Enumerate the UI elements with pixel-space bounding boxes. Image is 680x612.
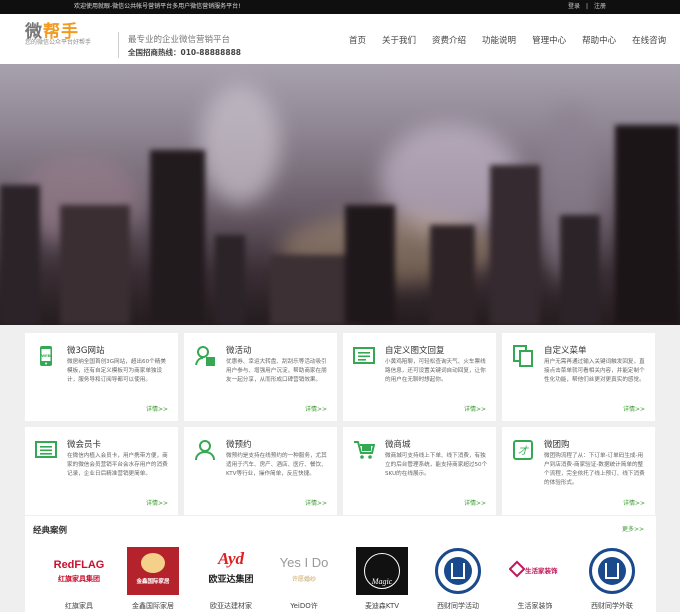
feature-description: 微团购流程了从：下订单-订单码生成-用户到店消费-商家验证-数据统计简单的整个流… <box>544 453 645 486</box>
svg-text:才: 才 <box>518 445 529 457</box>
case-name: YeiDO许 <box>290 602 318 610</box>
account-links: 登录 | 注册 <box>568 0 606 14</box>
cases-heading: 经典案例 <box>33 526 68 536</box>
feature-title: 微会员卡 <box>67 440 102 450</box>
reservation-icon <box>194 439 216 461</box>
copy-menu-icon <box>512 345 534 367</box>
feature-card[interactable]: 才 微团购微团购流程了从：下订单-订单码生成-用户到店消费-商家验证-数据统计简单… <box>502 427 655 515</box>
feature-description: 微居纳全国首创3G网站，超出60个精美模板，还有自定义模板可为商家单独设计，服务… <box>67 359 166 383</box>
case-item[interactable]: 金鑫国际家居 金鑫国际家居 <box>127 547 179 611</box>
feature-description: 微预约是支持在线预约的一种服务，尤其适用于汽车、房产、酒店、医疗、餐饮、KTV等… <box>226 453 327 477</box>
nav-item[interactable]: 管理中心 <box>524 14 574 64</box>
svg-text:WEB: WEB <box>41 353 50 358</box>
feature-card[interactable]: 微活动优惠券、幸运大转盘、刮刮乐等活动吸引用户参与、增强用户沉淀，帮助商家在朋友… <box>184 333 337 421</box>
case-item[interactable]: 西财同学活动 <box>432 547 484 611</box>
case-item[interactable]: Ayd 欧亚达集团欧亚达建材家 <box>205 547 257 611</box>
nav-item[interactable]: 帮助中心 <box>574 14 624 64</box>
case-logo-image: 生活家装饰 <box>509 547 561 595</box>
case-logo-image: RedFLAG 红旗家具集团 <box>53 559 105 583</box>
feature-description: 在微信内植入会员卡，用户携带方便，商家的微信会员营销平台会水存用户的消费记录，企… <box>67 453 168 477</box>
login-link[interactable]: 登录 <box>568 3 580 10</box>
feature-more-link[interactable]: 详情>> <box>623 404 645 413</box>
nav-item[interactable]: 功能说明 <box>474 14 524 64</box>
cases-section: 经典案例 更多>> RedFLAG 红旗家具集团 红旗家具 金鑫国际家居 金鑫国际家居 A… <box>25 516 656 612</box>
case-name: 金鑫国际家居 <box>132 602 174 610</box>
case-logo-image <box>586 547 638 595</box>
hero-banner <box>0 64 680 325</box>
feature-card[interactable]: 微商城微商城可支持线上下单、线下消费，有独立的后台管理系统，能支持商家超过50个… <box>343 427 496 515</box>
feature-title: 微3G网站 <box>67 346 105 356</box>
feature-more-link[interactable]: 详情>> <box>305 498 327 507</box>
case-logo-image: Yes I Do 许愿婚纱 <box>279 555 329 583</box>
feature-description: 微商城可支持线上下单、线下消费，有独立的后台管理系统，能支持商家超过50个SKU… <box>385 453 488 477</box>
feature-more-link[interactable]: 详情>> <box>623 498 645 507</box>
feature-title: 微活动 <box>226 346 252 356</box>
feature-title: 微团购 <box>544 440 570 450</box>
feature-card[interactable]: WEB 微3G网站微居纳全国首创3G网站，超出60个精美模板，还有自定义模板可为商… <box>25 333 178 421</box>
group-buy-icon: 才 <box>512 439 534 461</box>
feature-more-link[interactable]: 详情>> <box>146 404 168 413</box>
case-logo-image: Ayd 欧亚达集团 <box>208 549 254 584</box>
feature-description: 小黄鸡陪聊，可轻松查询天气、火车票线路信息，还可设置关键词自动回复，让你的用户在… <box>385 359 486 383</box>
register-link[interactable]: 注册 <box>594 3 606 10</box>
feature-more-link[interactable]: 详情>> <box>146 498 168 507</box>
phone-web-icon: WEB <box>35 345 57 367</box>
feature-description: 优惠券、幸运大转盘、刮刮乐等活动吸引用户参与、增强用户沉淀，帮助商家在朋友一起分… <box>226 359 327 383</box>
main-nav: 首页 关于我们 资费介绍 功能说明 管理中心 帮助中心 在线咨询 <box>340 14 674 64</box>
logo-slogan: 您的微信公众平台好帮手 <box>25 39 92 46</box>
case-logo-image <box>432 547 484 595</box>
hotline-text: 全国招商热线：010-88888888 <box>128 48 242 57</box>
case-item[interactable]: Yes I Do 许愿婚纱 YeiDO许 <box>278 547 330 611</box>
feature-card[interactable]: 微预约微预约是支持在线预约的一种服务，尤其适用于汽车、房产、酒店、医疗、餐饮、K… <box>184 427 337 515</box>
cases-more-link[interactable]: 更多>> <box>622 524 644 533</box>
case-name: 生活家装饰 <box>517 602 553 610</box>
feature-description: 用户无需再通过输入关键词触发回复，直接点击菜单就可看相关内容，并能定制个性化功能… <box>544 359 645 383</box>
member-card-icon <box>35 439 57 461</box>
case-name: 西财同学外联 <box>591 602 633 610</box>
nav-item[interactable]: 关于我们 <box>374 14 424 64</box>
case-item[interactable]: RedFLAG 红旗家具集团红旗家具 <box>53 547 105 611</box>
user-activity-icon <box>194 345 216 367</box>
case-name: 西财同学活动 <box>437 602 479 610</box>
site-header: 微帮手 您的微信公众平台好帮手 最专业的企业微信营销平台 全国招商热线：010-… <box>0 14 680 64</box>
feature-title: 自定义图文回复 <box>385 346 445 356</box>
case-item[interactable]: 西财同学外联 <box>586 547 638 611</box>
feature-title: 微预约 <box>226 440 252 450</box>
header-divider <box>118 32 119 58</box>
text-reply-icon <box>353 345 375 367</box>
case-logo-image: 金鑫国际家居 <box>127 547 179 595</box>
nav-item[interactable]: 资费介绍 <box>424 14 474 64</box>
welcome-text: 欢迎使用就眼-微信公共帐号营销平台多用户微信营销服务平台! <box>74 3 241 10</box>
cart-icon <box>353 439 376 461</box>
feature-card[interactable]: 自定义图文回复小黄鸡陪聊，可轻松查询天气、火车票线路信息，还可设置关键词自动回复… <box>343 333 496 421</box>
case-name: 红旗家具 <box>65 602 93 610</box>
feature-title: 微商城 <box>385 440 411 450</box>
feature-card[interactable]: 自定义菜单用户无需再通过输入关键词触发回复，直接点击菜单就可看相关内容，并能定制… <box>502 333 655 421</box>
case-name: 欧亚达建材家 <box>210 602 252 610</box>
case-name: 麦迪森KTV <box>364 602 400 610</box>
feature-card[interactable]: 微会员卡在微信内植入会员卡，用户携带方便，商家的微信会员营销平台会水存用户的消费… <box>25 427 178 515</box>
case-item[interactable]: 生活家装饰 生活家装饰 <box>509 547 561 611</box>
case-item[interactable]: Magic 麦迪森KTV <box>356 547 408 611</box>
feature-more-link[interactable]: 详情>> <box>464 498 486 507</box>
link-separator: | <box>586 3 589 10</box>
nav-item[interactable]: 首页 <box>340 14 374 64</box>
feature-more-link[interactable]: 详情>> <box>464 404 486 413</box>
top-bar: 欢迎使用就眼-微信公共帐号营销平台多用户微信营销服务平台! 登录 | 注册 <box>0 0 680 14</box>
nav-item[interactable]: 在线咨询 <box>624 14 674 64</box>
case-logo-image: Magic <box>356 547 408 595</box>
feature-title: 自定义菜单 <box>544 346 587 356</box>
header-tagline: 最专业的企业微信营销平台 <box>128 35 231 45</box>
feature-more-link[interactable]: 详情>> <box>305 404 327 413</box>
